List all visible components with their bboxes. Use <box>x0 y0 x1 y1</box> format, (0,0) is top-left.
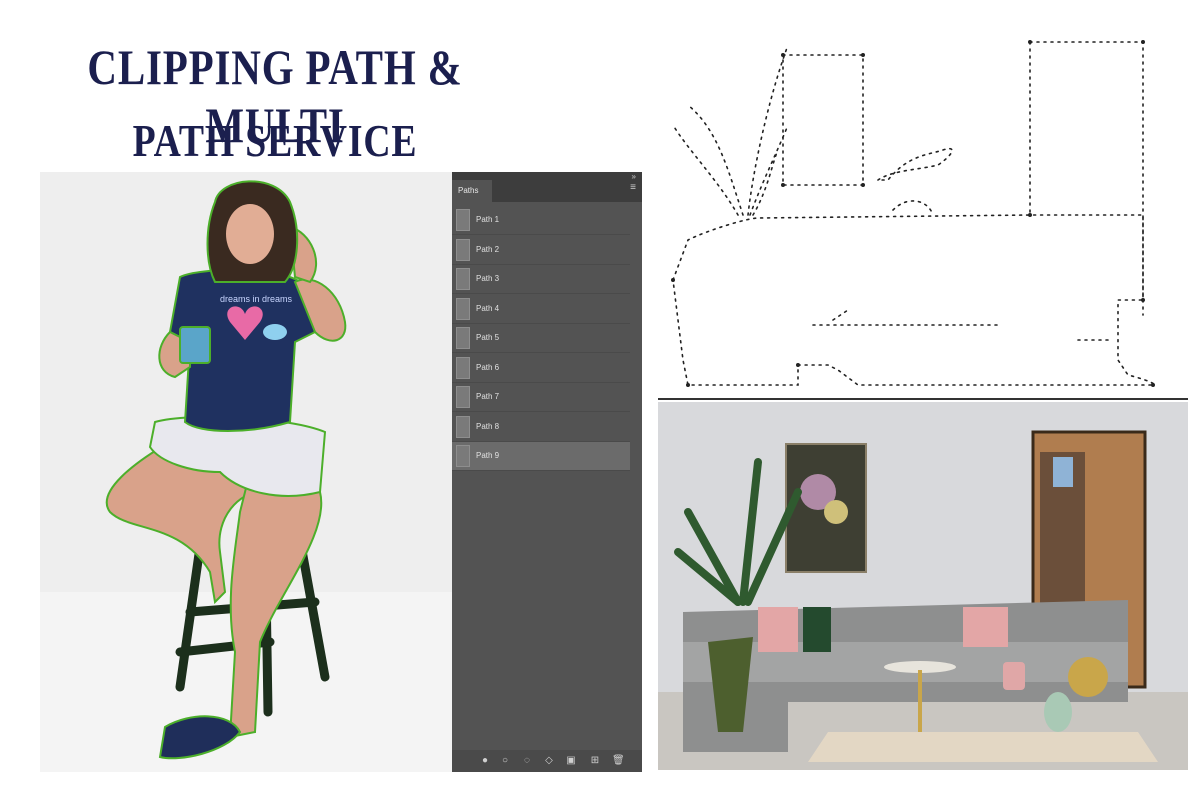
living-room-photo <box>658 402 1188 770</box>
path-item[interactable]: Path 8 <box>452 413 630 442</box>
path-label: Path 2 <box>476 244 500 254</box>
path-thumbnail <box>456 209 470 231</box>
clipping-path-outline <box>671 40 1155 387</box>
path-thumbnail <box>456 297 470 320</box>
path-label: Path 5 <box>476 333 500 342</box>
path-label: Path 4 <box>476 303 500 313</box>
path-label: Path 1 <box>476 215 500 224</box>
path-item[interactable]: Path 7 <box>452 383 630 412</box>
living-room-illustration <box>658 402 1188 770</box>
panel-tab-bar: Paths » ≡ <box>452 172 642 202</box>
panel-footer: ● ○ ◌ ◇ ▣ ⊞ 🗑 <box>452 750 642 772</box>
stroke-path-icon[interactable]: ○ <box>500 756 510 766</box>
path-thumbnail <box>456 445 470 467</box>
tab-paths[interactable]: Paths <box>452 180 492 202</box>
add-mask-icon[interactable]: ▣ <box>566 756 576 766</box>
delete-path-icon[interactable]: 🗑 <box>612 756 625 766</box>
model-photo: dreams in dreams <box>40 172 452 772</box>
path-item[interactable]: Path 2 <box>452 236 630 265</box>
make-path-icon[interactable]: ◇ <box>544 756 554 766</box>
section-divider <box>658 398 1188 400</box>
load-selection-icon[interactable]: ◌ <box>522 756 532 766</box>
path-item[interactable]: Path 4 <box>452 295 630 324</box>
path-thumbnail <box>456 238 470 261</box>
path-thumbnail <box>456 268 470 290</box>
path-thumbnail <box>456 386 470 408</box>
path-item[interactable]: Path 1 <box>452 206 630 235</box>
fill-path-icon[interactable]: ● <box>480 756 490 766</box>
path-label: Path 3 <box>476 274 500 283</box>
path-thumbnail <box>456 356 470 379</box>
path-item[interactable]: Path 5 <box>452 324 630 353</box>
title-line-2: PATH SERVICE <box>132 115 418 166</box>
path-label: Path 9 <box>476 451 500 460</box>
path-label: Path 7 <box>476 392 500 401</box>
paths-panel: Paths » ≡ Path 1 Path 2 Path 3 Path 4 Path 5… <box>452 172 642 772</box>
path-item[interactable]: Path 6 <box>452 354 630 383</box>
new-path-icon[interactable]: ⊞ <box>590 756 600 766</box>
path-label: Path 6 <box>476 362 500 372</box>
tshirt-print-text: dreams in dreams <box>220 294 293 304</box>
path-thumbnail <box>456 415 470 438</box>
path-label: Path 8 <box>476 421 500 431</box>
collapse-icon[interactable]: » <box>632 172 636 181</box>
path-thumbnail <box>456 327 470 349</box>
model-illustration: dreams in dreams <box>40 172 452 772</box>
path-item[interactable]: Path 3 <box>452 265 630 294</box>
path-item[interactable]: Path 9 <box>452 442 630 471</box>
panel-menu-icon[interactable]: ≡ <box>630 183 636 193</box>
